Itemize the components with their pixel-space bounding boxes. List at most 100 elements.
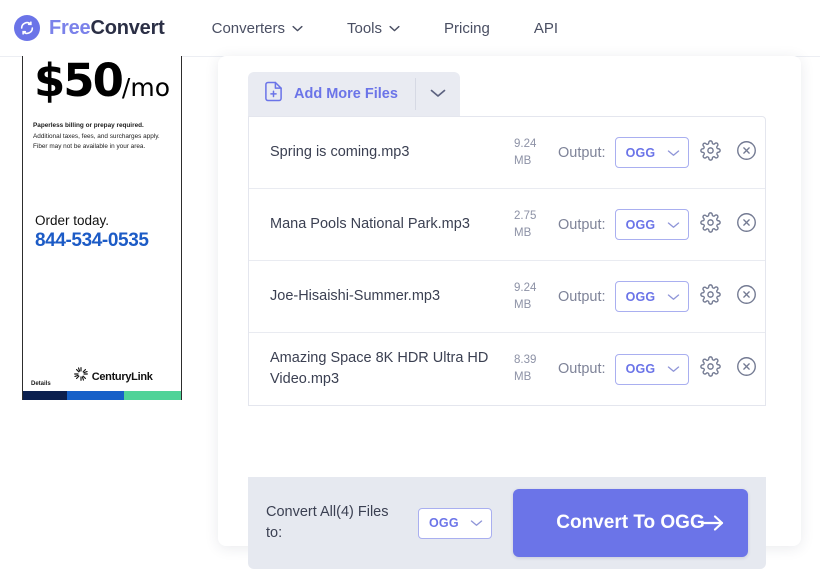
file-size-unit: MB [514, 298, 532, 311]
nav-item-tools[interactable]: Tools [347, 20, 400, 37]
file-plus-icon [264, 81, 283, 107]
starburst-icon [73, 366, 89, 387]
chevron-down-icon [667, 216, 680, 234]
chevron-down-icon [470, 514, 483, 532]
add-more-files-group: Add More Files [248, 72, 460, 116]
convert-all-bar: Convert All(4) Files to: OGG Convert To … [248, 477, 766, 569]
file-size: 9.24 MB [514, 280, 548, 313]
ad-fine-print-line2: Additional taxes, fees, and surcharges a… [33, 132, 160, 140]
file-size-value: 2.75 [514, 209, 537, 222]
output-format-select[interactable]: OGG [614, 353, 689, 385]
brand-logo[interactable]: FreeConvert [14, 15, 165, 41]
nav-item-label: API [533, 19, 559, 37]
file-remove-button[interactable] [733, 139, 761, 167]
output-label: Output: [558, 216, 606, 233]
output-label: Output: [558, 288, 606, 305]
ad-price-amount: $50 [33, 56, 124, 107]
file-size: 8.39 MB [514, 352, 548, 385]
close-circle-icon [736, 284, 757, 310]
table-row: Amazing Space 8K HDR Ultra HD Video.mp3 … [249, 333, 765, 405]
output-format-value: OGG [625, 145, 656, 160]
file-list: Spring is coming.mp3 9.24 MB Output: OGG [248, 116, 766, 406]
ad-details-link[interactable]: Details [31, 381, 51, 387]
convert-all-format-value: OGG [429, 516, 459, 530]
nav-item-pricing[interactable]: Pricing [444, 20, 490, 37]
add-more-files-label: Add More Files [294, 86, 398, 102]
output-format-value: OGG [625, 289, 656, 304]
ad-color-bar [23, 391, 181, 400]
file-remove-button[interactable] [733, 211, 761, 239]
convert-all-label: Convert All(4) Files to: [266, 503, 389, 541]
file-size-unit: MB [514, 226, 532, 239]
file-name: Amazing Space 8K HDR Ultra HD Video.mp3 [270, 349, 489, 387]
file-size: 9.24 MB [514, 136, 548, 169]
table-row: Mana Pools National Park.mp3 2.75 MB Out… [249, 189, 765, 261]
advertiser-logo: CenturyLink [73, 366, 153, 387]
gear-icon [700, 211, 721, 238]
output-format-select[interactable]: OGG [614, 281, 689, 312]
nav-item-api[interactable]: API [534, 20, 558, 37]
converter-card: Add More Files Spring is coming.mp3 9.24… [218, 56, 801, 569]
advertisement-banner[interactable]: $50/mo Paperless billing or prepay requi… [22, 56, 182, 400]
file-name: Joe-Hisaishi-Summer.mp3 [270, 287, 441, 304]
chevron-down-icon [667, 288, 680, 306]
top-navbar: FreeConvert Converters Tools Pricing API [0, 0, 820, 57]
file-size-value: 8.39 [514, 354, 537, 367]
file-size-value: 9.24 [514, 137, 537, 150]
brand-name-second: Convert [90, 16, 165, 39]
table-row: Joe-Hisaishi-Summer.mp3 9.24 MB Output: … [249, 261, 765, 333]
file-settings-button[interactable] [697, 355, 725, 383]
ad-color-bar-segment [67, 391, 125, 400]
file-size-unit: MB [514, 154, 532, 167]
file-size-unit: MB [514, 371, 532, 383]
convert-button[interactable]: Convert To OGG [513, 489, 748, 557]
chevron-down-icon [667, 144, 680, 162]
arrow-right-icon [700, 513, 726, 533]
nav-item-label: Tools [346, 19, 383, 37]
nav-item-label: Converters [211, 19, 285, 37]
file-size: 2.75 MB [514, 208, 548, 241]
gear-icon [700, 356, 721, 382]
convert-all-format-select[interactable]: OGG [418, 507, 492, 539]
close-circle-icon [736, 356, 757, 382]
convert-button-label: Convert To OGG [556, 512, 705, 534]
file-remove-button[interactable] [733, 283, 761, 311]
add-more-files-button[interactable]: Add More Files [248, 72, 415, 116]
file-remove-button[interactable] [733, 355, 761, 383]
chevron-down-icon [292, 25, 303, 32]
brand-name-first: Free [49, 16, 91, 39]
ad-color-bar-segment [124, 391, 181, 400]
chevron-down-icon [430, 85, 446, 103]
ad-fine-print-line3: Fiber may not be available in your area. [33, 143, 146, 151]
nav-item-label: Pricing [444, 19, 490, 37]
ad-order-text: Order today. [35, 212, 110, 228]
ad-phone-number[interactable]: 844-534-0535 [35, 230, 181, 252]
brand-text: FreeConvert [49, 17, 165, 40]
chevron-down-icon [389, 25, 400, 32]
file-settings-button[interactable] [697, 283, 725, 311]
output-format-value: OGG [625, 217, 656, 232]
ad-fine-print: Paperless billing or prepay required. Ad… [33, 121, 171, 153]
file-size-value: 9.24 [514, 281, 537, 294]
close-circle-icon [736, 140, 757, 166]
file-settings-button[interactable] [697, 211, 725, 239]
chevron-down-icon [667, 360, 680, 378]
ad-footer: Details CenturyLink [23, 366, 181, 387]
file-settings-button[interactable] [697, 139, 725, 167]
output-format-select[interactable]: OGG [614, 209, 689, 240]
file-name: Mana Pools National Park.mp3 [270, 215, 470, 232]
ad-fine-print-line1: Paperless billing or prepay required. [33, 122, 144, 129]
output-label: Output: [558, 361, 606, 377]
add-more-files-dropdown-button[interactable] [416, 72, 460, 116]
table-row: Spring is coming.mp3 9.24 MB Output: OGG [249, 117, 765, 189]
output-format-select[interactable]: OGG [614, 137, 689, 168]
advertiser-name: CenturyLink [91, 370, 153, 383]
refresh-circle-logo-icon [14, 15, 40, 41]
nav-item-converters[interactable]: Converters [212, 20, 303, 37]
output-label: Output: [558, 144, 606, 161]
ad-price-period: /mo [121, 73, 170, 102]
gear-icon [700, 283, 721, 310]
ad-color-bar-segment [23, 391, 68, 400]
close-circle-icon [736, 212, 757, 238]
ad-price: $50/mo [23, 58, 181, 103]
